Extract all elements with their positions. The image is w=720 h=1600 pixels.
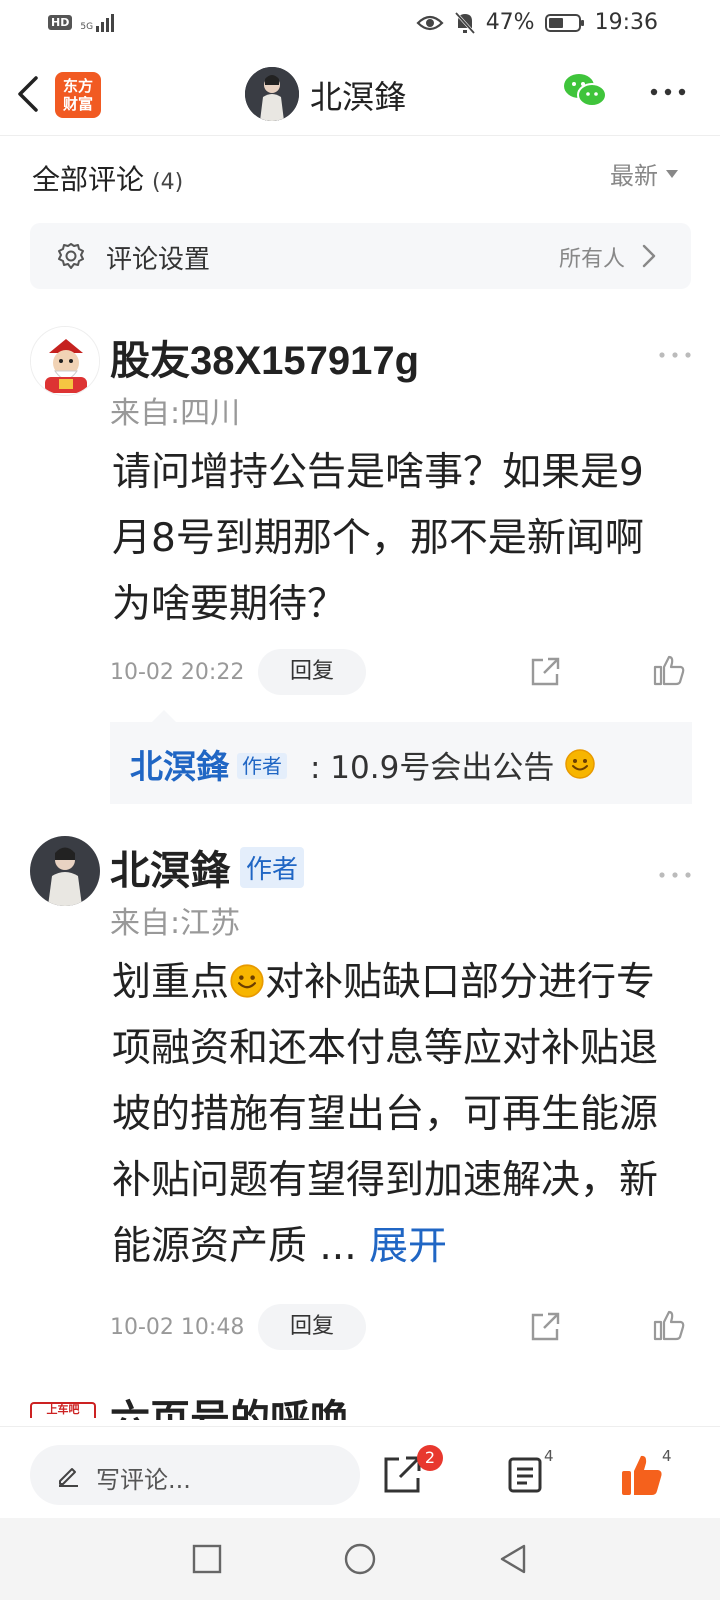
battery-percent: 47%	[485, 10, 535, 35]
reply-pointer	[152, 710, 176, 722]
chevron-right-icon	[642, 244, 656, 268]
smile-emoji-icon	[565, 749, 595, 779]
comments-count: (4)	[152, 170, 184, 195]
hd-indicator: HD	[48, 14, 73, 30]
mute-bell-icon	[454, 11, 475, 34]
share-icon[interactable]	[528, 655, 562, 689]
home-icon[interactable]	[343, 1542, 377, 1576]
comment-settings-bar[interactable]: 评论设置 所有人	[30, 223, 691, 289]
commenter-name[interactable]: 股友38X157917g	[110, 328, 419, 386]
page-title: 北溟鋒	[310, 78, 407, 116]
pen-icon	[59, 1468, 78, 1487]
commenter-avatar[interactable]	[30, 836, 100, 906]
reply-text: : 10.9号会出公告	[310, 742, 596, 787]
caret-down-icon	[666, 169, 678, 178]
status-bar: HD 5G 47% 19:36	[0, 0, 720, 50]
network-type: 5G	[80, 22, 94, 32]
recent-apps-icon[interactable]	[190, 1542, 224, 1576]
comments-section-title: 全部评论 (4)	[32, 163, 184, 196]
header-avatar[interactable]	[245, 67, 299, 121]
smile-emoji-icon	[230, 964, 264, 998]
commenter-name[interactable]: 六页号的呼唤	[110, 1396, 350, 1420]
commenter-location: 来自:四川	[110, 396, 241, 431]
thumbs-up-icon[interactable]	[652, 653, 686, 687]
sort-label: 最新	[610, 162, 658, 190]
author-tag: 作者	[240, 847, 305, 888]
thumbs-up-icon[interactable]	[652, 1308, 686, 1342]
commenter-location: 来自:江苏	[110, 906, 241, 941]
fortune-god-avatar-icon	[31, 327, 99, 395]
clock: 19:36	[594, 10, 658, 35]
person-avatar-icon	[245, 67, 299, 121]
battery-icon	[544, 13, 584, 32]
sort-dropdown[interactable]: 最新	[610, 156, 678, 191]
back-icon[interactable]	[14, 72, 46, 116]
comment-count: 4	[544, 1447, 554, 1465]
person-avatar-icon	[30, 836, 100, 906]
expand-link[interactable]: 展开	[369, 1224, 447, 1269]
more-icon[interactable]	[648, 82, 688, 102]
reply-button[interactable]: 回复	[258, 1304, 366, 1350]
top-header: 东方 财富 北溟鋒	[0, 52, 720, 136]
comment-placeholder: 写评论...	[96, 1466, 191, 1494]
share-icon[interactable]	[528, 1310, 562, 1344]
signal-icon	[96, 14, 115, 32]
comment-more-icon[interactable]	[658, 350, 692, 360]
comment-text: 请问增持公告是啥事？如果是9月8号到期那个，那不是新闻啊为啥要期待？	[112, 450, 644, 627]
author-reply[interactable]: 北溟鋒 作者 : 10.9号会出公告	[110, 722, 692, 804]
share-badge: 2	[417, 1445, 443, 1471]
write-comment-input[interactable]: 写评论...	[30, 1445, 360, 1505]
commenter-avatar[interactable]: 上车吧	[30, 1402, 96, 1418]
wechat-icon[interactable]	[562, 70, 608, 110]
gear-icon	[58, 243, 84, 269]
like-count: 4	[662, 1447, 672, 1465]
app-logo[interactable]: 东方 财富	[55, 72, 101, 118]
reply-button[interactable]: 回复	[258, 649, 366, 695]
share-icon[interactable]	[382, 1455, 422, 1495]
comment-timestamp: 10-02 10:48	[110, 1315, 245, 1340]
bottom-action-bar: 写评论... 2 4 4	[0, 1426, 720, 1518]
thumbs-up-filled-icon[interactable]	[620, 1453, 664, 1497]
comment-text: 划重点 对补贴缺口部分进行专项融资和还本付息等应对补贴退坡的措施有望出台，可再生…	[112, 960, 659, 1269]
commenter-name[interactable]: 北溟鋒 作者	[110, 838, 305, 896]
comment-list-icon[interactable]	[506, 1455, 546, 1495]
commenter-avatar[interactable]	[30, 326, 100, 396]
back-nav-icon[interactable]	[496, 1542, 530, 1576]
system-nav-bar	[0, 1518, 720, 1600]
comment-timestamp: 10-02 20:22	[110, 660, 245, 685]
author-tag: 作者	[237, 753, 287, 779]
signal-group: 5G	[80, 12, 117, 32]
eye-icon	[416, 15, 444, 30]
settings-value: 所有人	[558, 247, 625, 272]
settings-label: 评论设置	[106, 245, 211, 275]
reply-author[interactable]: 北溟鋒 作者	[130, 740, 287, 788]
comment-more-icon[interactable]	[658, 870, 692, 880]
